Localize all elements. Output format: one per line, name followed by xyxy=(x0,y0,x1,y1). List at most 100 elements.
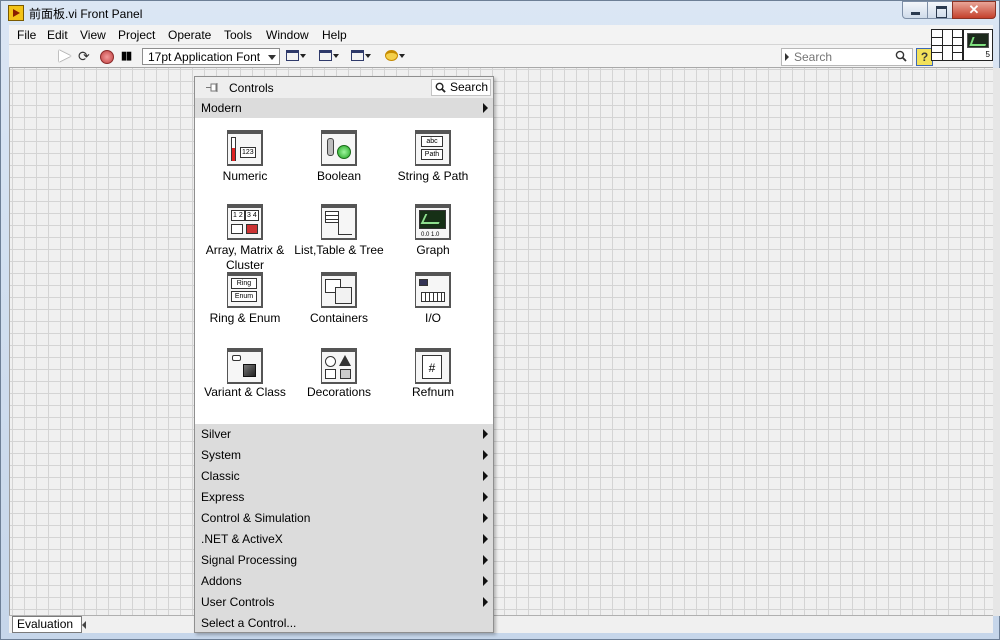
enum-icon-text: Enum xyxy=(231,291,257,302)
square-shape xyxy=(340,369,351,379)
close-button[interactable]: ✕ xyxy=(952,1,996,19)
vertical-scrollbar[interactable] xyxy=(993,68,1000,616)
palette-item-variant-class[interactable]: Variant & Class xyxy=(198,340,292,412)
chevron-down-icon xyxy=(333,53,339,58)
connector-divider xyxy=(932,45,962,46)
menu-tools[interactable]: Tools xyxy=(224,28,252,42)
palette-item-io[interactable]: I/O xyxy=(386,266,480,338)
category-silver[interactable]: Silver xyxy=(195,424,493,444)
align-icon xyxy=(286,50,299,61)
align-objects-dropdown[interactable] xyxy=(286,50,310,64)
graph-icon: 0.0 1.0 xyxy=(415,204,451,240)
menu-view[interactable]: View xyxy=(80,28,106,42)
chevron-right-icon xyxy=(483,471,488,481)
vi-icon-number: 5 xyxy=(985,50,990,59)
palette-item-label: Refnum xyxy=(411,385,455,399)
cluster-shape xyxy=(246,224,258,234)
ring-icon-text: Ring xyxy=(231,278,257,289)
chevron-right-icon xyxy=(483,103,488,113)
containers-icon xyxy=(321,272,357,308)
text-settings-select[interactable]: 17pt Application Font xyxy=(142,48,280,65)
search-icon[interactable] xyxy=(895,50,907,62)
palette-item-array-matrix-cluster[interactable]: 1 2 3 4 Array, Matrix & Cluster xyxy=(198,192,292,272)
front-panel-canvas[interactable] xyxy=(9,68,993,616)
menu-bar: File Edit View Project Operate Tools Win… xyxy=(9,25,993,45)
numeric-icon: 123 xyxy=(227,130,263,166)
resize-objects-dropdown[interactable] xyxy=(351,50,375,64)
menu-edit[interactable]: Edit xyxy=(47,28,68,42)
chevron-right-icon xyxy=(483,576,488,586)
reorder-icon xyxy=(385,50,398,61)
palette-item-decorations[interactable]: Decorations xyxy=(292,340,386,412)
search-input[interactable] xyxy=(794,50,888,64)
connector-divider xyxy=(932,37,942,38)
palette-item-label: List,Table & Tree xyxy=(294,243,384,257)
palette-item-boolean[interactable]: Boolean xyxy=(292,118,386,190)
palette-item-ring-enum[interactable]: Ring Enum Ring & Enum xyxy=(198,266,292,338)
menu-project[interactable]: Project xyxy=(118,28,155,42)
palette-item-label: String & Path xyxy=(397,169,469,183)
toolbar-search xyxy=(781,48,913,66)
menu-operate[interactable]: Operate xyxy=(168,28,211,42)
category-addons[interactable]: Addons xyxy=(195,571,493,591)
graph-icon-text: 0.0 1.0 xyxy=(421,232,440,238)
numeric-icon-text: 123 xyxy=(240,147,256,158)
array-icon-text: 1 2 xyxy=(231,210,245,221)
category-system[interactable]: System xyxy=(195,445,493,465)
status-bar: Evaluation xyxy=(9,615,993,633)
variant-shape xyxy=(232,355,241,361)
pause-icon[interactable]: ▮▮ xyxy=(121,49,137,63)
palette-item-containers[interactable]: Containers xyxy=(292,266,386,338)
labview-app-icon[interactable] xyxy=(8,5,24,21)
pin-icon[interactable] xyxy=(205,82,219,93)
category-modern[interactable]: Modern xyxy=(195,98,493,118)
circle-shape xyxy=(325,356,336,367)
palette-search-button[interactable]: Search xyxy=(431,79,491,96)
category-express[interactable]: Express xyxy=(195,487,493,507)
menu-window[interactable]: Window xyxy=(266,28,309,42)
category-label: .NET & ActiveX xyxy=(201,532,283,546)
scroll-left-icon[interactable] xyxy=(82,621,86,629)
palette-item-list-table-tree[interactable]: List,Table & Tree xyxy=(292,192,386,264)
palette-item-refnum[interactable]: # Refnum xyxy=(386,340,480,412)
palette-item-graph[interactable]: 0.0 1.0 Graph xyxy=(386,192,480,264)
close-icon: ✕ xyxy=(968,2,980,17)
chevron-right-icon xyxy=(483,492,488,502)
chevron-down-icon xyxy=(399,53,405,58)
run-continuously-icon[interactable]: ⟳ xyxy=(78,49,94,63)
palette-item-string-path[interactable]: abc Path String & Path xyxy=(386,118,480,190)
palette-item-label: Decorations xyxy=(306,385,372,399)
category-dotnet-activex[interactable]: .NET & ActiveX xyxy=(195,529,493,549)
select-a-control-item[interactable]: Select a Control... xyxy=(195,613,493,633)
menu-help[interactable]: Help xyxy=(322,28,347,42)
abort-execution-icon[interactable] xyxy=(100,50,114,64)
connector-pane[interactable] xyxy=(931,29,963,61)
category-signal-processing[interactable]: Signal Processing xyxy=(195,550,493,570)
refnum-icon: # xyxy=(415,348,451,384)
menu-file[interactable]: File xyxy=(17,28,36,42)
reorder-dropdown[interactable] xyxy=(385,50,409,64)
distribute-objects-dropdown[interactable] xyxy=(319,50,343,64)
category-label: System xyxy=(201,448,242,462)
category-user-controls[interactable]: User Controls xyxy=(195,592,493,612)
title-bar[interactable]: 前面板.vi Front Panel ✕ xyxy=(1,1,999,25)
ring-enum-icon: Ring Enum xyxy=(227,272,263,308)
search-icon xyxy=(435,82,446,93)
minimize-button[interactable] xyxy=(902,1,928,19)
category-classic[interactable]: Classic xyxy=(195,466,493,486)
vi-icon[interactable]: 5 xyxy=(963,29,993,61)
category-control-simulation[interactable]: Control & Simulation xyxy=(195,508,493,528)
chevron-right-icon[interactable] xyxy=(785,53,789,61)
run-icon[interactable] xyxy=(59,50,71,62)
resize-icon xyxy=(351,50,364,61)
chevron-down-icon xyxy=(365,53,371,58)
led-shape xyxy=(337,145,351,159)
controls-palette: Controls Search Modern 123 Numeric Boole… xyxy=(194,76,494,633)
category-label: Addons xyxy=(201,574,242,588)
array-matrix-cluster-icon: 1 2 3 4 xyxy=(227,204,263,240)
thermometer-fill xyxy=(232,148,235,161)
chevron-right-icon xyxy=(483,555,488,565)
table-shape xyxy=(325,211,339,223)
palette-item-numeric[interactable]: 123 Numeric xyxy=(198,118,292,190)
maximize-button[interactable] xyxy=(927,1,953,19)
